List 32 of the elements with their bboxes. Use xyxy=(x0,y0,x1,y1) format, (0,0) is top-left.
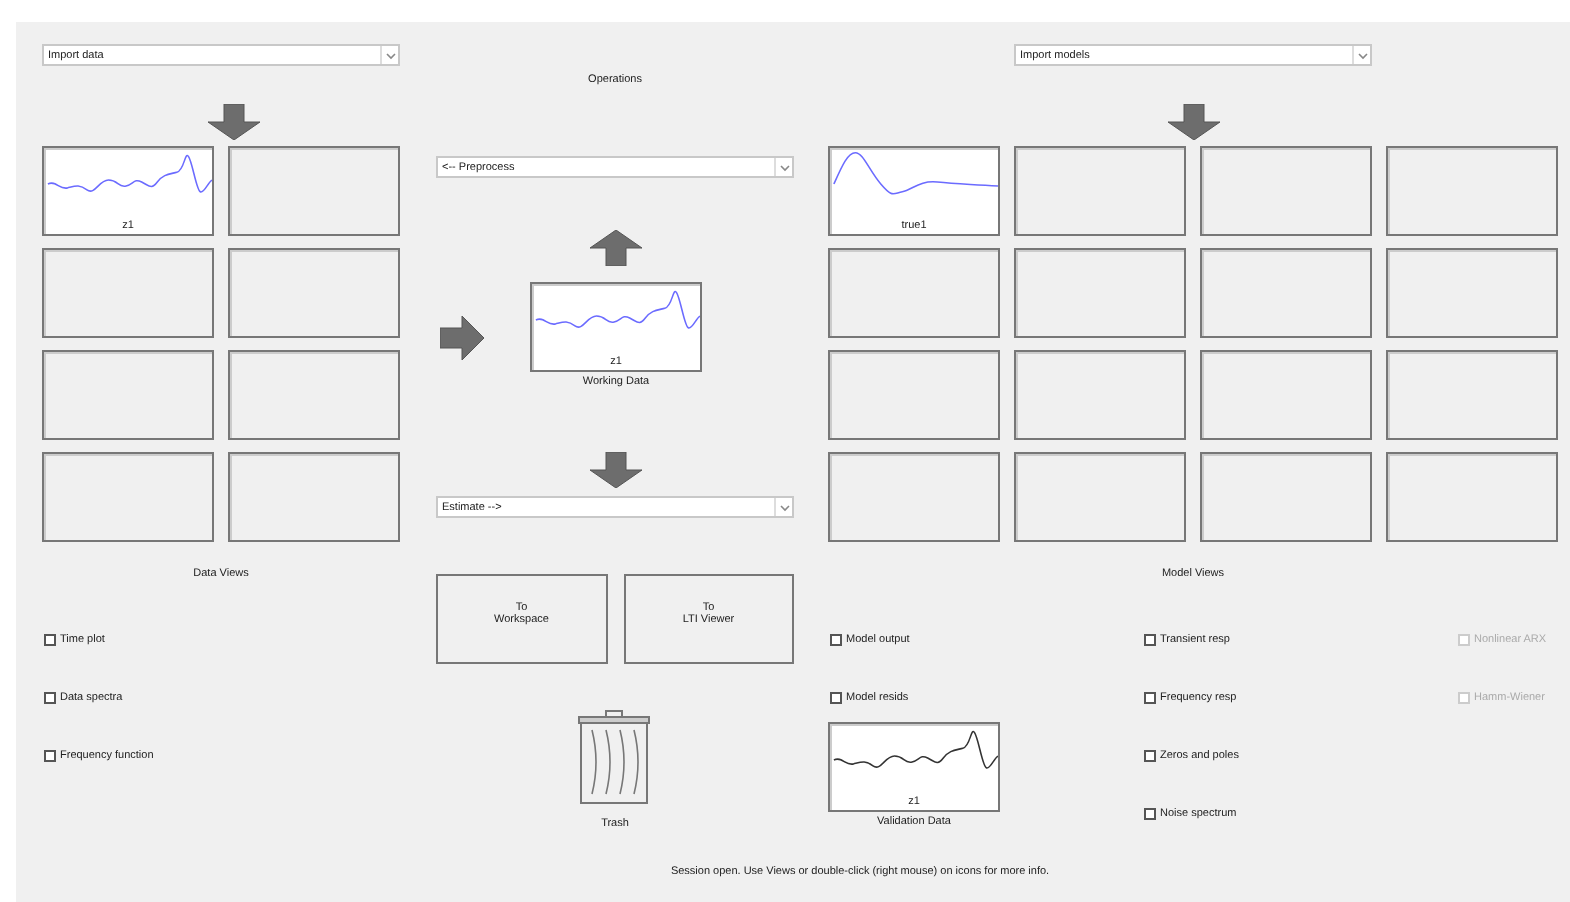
empty-slot[interactable] xyxy=(1014,350,1186,440)
arrow-right-icon xyxy=(440,316,484,360)
empty-slot[interactable] xyxy=(42,248,214,338)
empty-slot[interactable] xyxy=(1386,452,1558,542)
empty-slot[interactable] xyxy=(1200,146,1372,236)
empty-slot[interactable] xyxy=(1386,350,1558,440)
empty-slot[interactable] xyxy=(228,452,400,542)
empty-slot[interactable] xyxy=(1386,146,1558,236)
empty-slot[interactable] xyxy=(228,146,400,236)
empty-slot[interactable] xyxy=(1386,248,1558,338)
empty-slot[interactable] xyxy=(1200,452,1372,542)
arrow-up-icon xyxy=(590,230,642,266)
arrow-down-icon xyxy=(1168,104,1220,140)
chevron-down-icon xyxy=(1357,51,1367,59)
trash-icon[interactable] xyxy=(578,710,650,804)
empty-slot[interactable] xyxy=(42,350,214,440)
empty-slot[interactable] xyxy=(228,350,400,440)
empty-slot[interactable] xyxy=(42,452,214,542)
empty-slot[interactable] xyxy=(1014,452,1186,542)
empty-slot[interactable] xyxy=(228,248,400,338)
arrow-down-icon xyxy=(208,104,260,140)
empty-slot[interactable] xyxy=(1200,350,1372,440)
empty-slot[interactable] xyxy=(1014,248,1186,338)
chevron-down-icon xyxy=(385,51,395,59)
chevron-down-icon xyxy=(779,163,789,171)
empty-slot[interactable] xyxy=(828,452,1000,542)
empty-slot[interactable] xyxy=(828,350,1000,440)
empty-slot[interactable] xyxy=(1200,248,1372,338)
empty-slot[interactable] xyxy=(828,248,1000,338)
arrow-down-icon xyxy=(590,452,642,488)
empty-slot[interactable] xyxy=(1014,146,1186,236)
chevron-down-icon xyxy=(779,503,789,511)
